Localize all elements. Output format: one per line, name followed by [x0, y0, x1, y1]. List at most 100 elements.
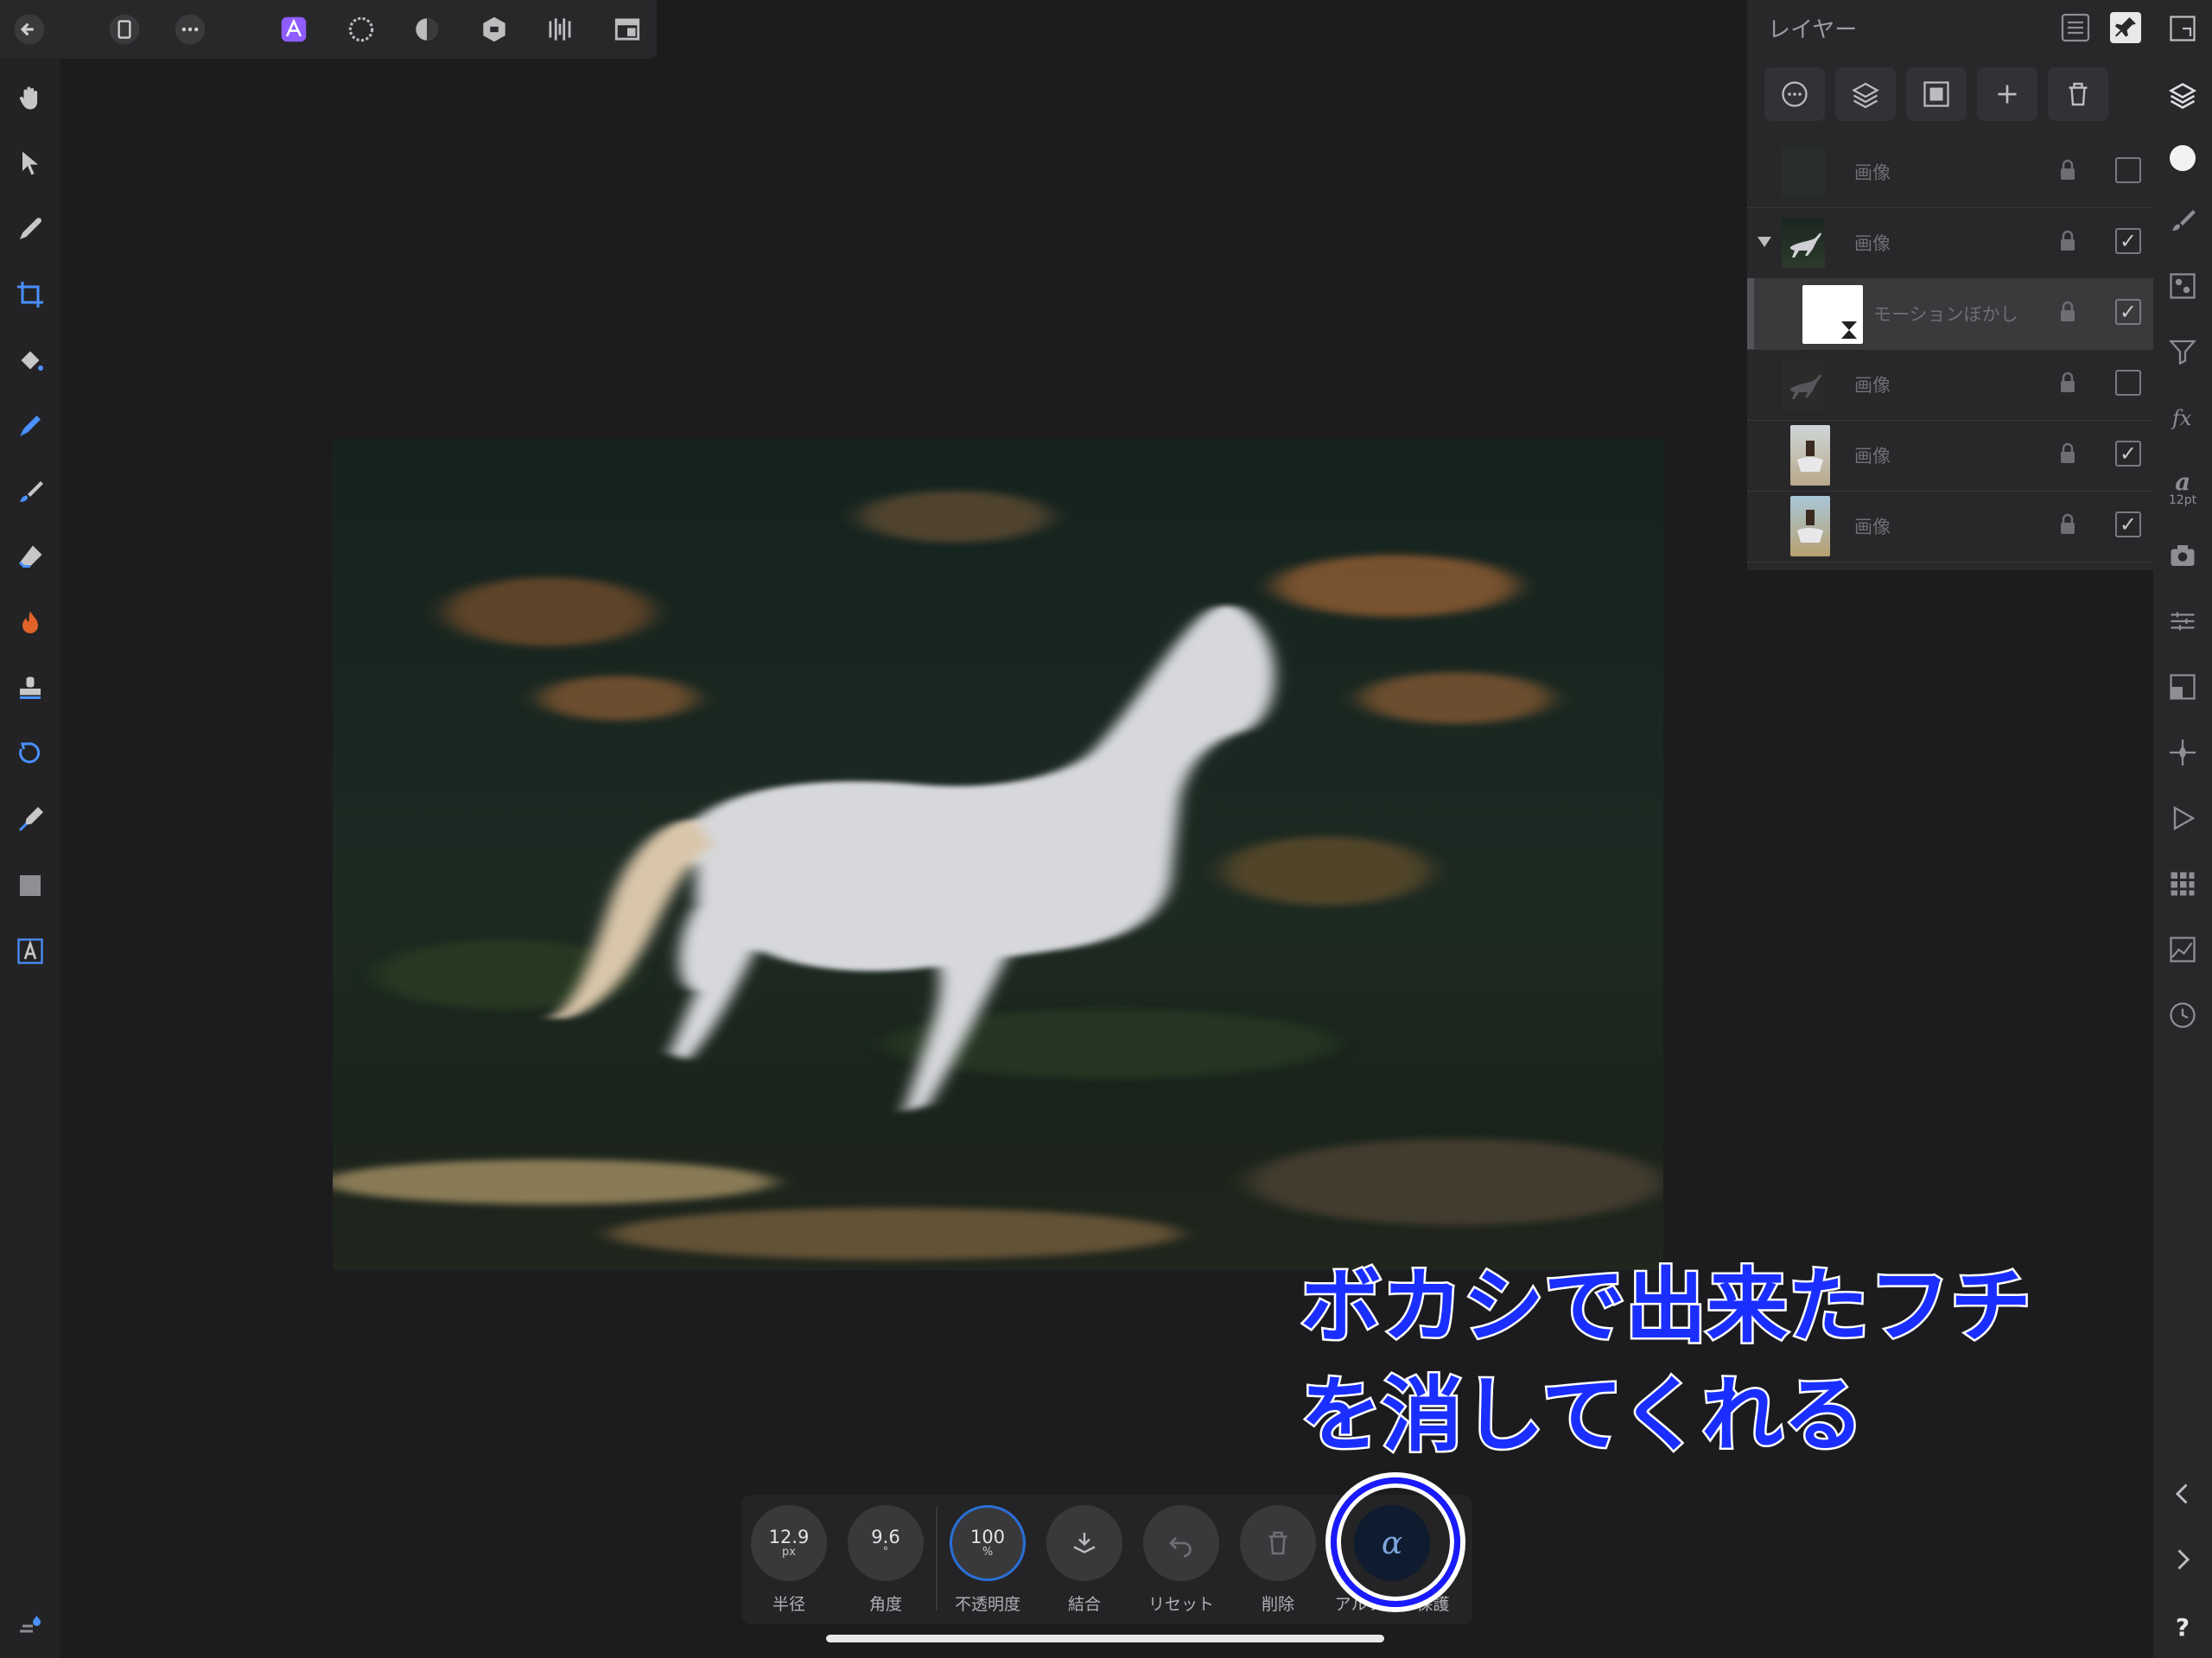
mask-layer-icon[interactable]: [1906, 67, 1967, 121]
angle-value: 9.6: [871, 1527, 900, 1547]
visibility-checkbox[interactable]: ✓: [2115, 299, 2141, 325]
stock-studio-icon[interactable]: [2161, 534, 2204, 577]
view-icon[interactable]: [607, 9, 648, 50]
angle-control[interactable]: 9.6 ° 角度: [847, 1505, 925, 1615]
photo-persona-icon[interactable]: [273, 9, 315, 50]
fullscreen-icon[interactable]: [2161, 7, 2204, 50]
text-tool-icon[interactable]: [9, 930, 52, 973]
angle-label: 角度: [868, 1595, 902, 1614]
visibility-checkbox[interactable]: ✓: [2115, 441, 2141, 467]
visibility-checkbox[interactable]: [2115, 370, 2141, 396]
merge-label: 結合: [1067, 1595, 1101, 1614]
fx-studio-icon[interactable]: fx: [2161, 396, 2204, 439]
merge-icon: [1073, 1533, 1096, 1553]
add-layer-icon[interactable]: [1977, 67, 2037, 121]
layer-options-icon[interactable]: [1764, 67, 1825, 121]
delete-button[interactable]: [1240, 1505, 1316, 1581]
delete-control[interactable]: 削除: [1239, 1505, 1317, 1615]
liquify-persona-icon[interactable]: [340, 9, 382, 50]
library-studio-icon[interactable]: [2161, 862, 2204, 905]
expand-triangle-icon[interactable]: [1756, 233, 1773, 251]
visibility-checkbox[interactable]: [2115, 157, 2141, 183]
visibility-checkbox[interactable]: ✓: [2115, 228, 2141, 254]
chevron-right-icon[interactable]: [2161, 1538, 2204, 1581]
lock-icon[interactable]: [2058, 230, 2077, 252]
crop-tool-icon[interactable]: [9, 273, 52, 316]
layer-stack-icon[interactable]: [1835, 67, 1896, 121]
radius-label: 半径: [772, 1595, 805, 1614]
clone-stamp-icon[interactable]: [9, 667, 52, 710]
visibility-checkbox[interactable]: ✓: [2115, 511, 2141, 537]
dodge-burn-icon[interactable]: [9, 601, 52, 645]
color-picker-icon[interactable]: [9, 207, 52, 251]
chevron-left-icon[interactable]: [2161, 1472, 2204, 1515]
back-icon[interactable]: [9, 9, 50, 50]
healing-icon[interactable]: [9, 733, 52, 776]
left-toolbar: [0, 59, 60, 1658]
annotation-caption: ボカシで出来たフチ を消してくれる: [1298, 1253, 2033, 1471]
layer-row[interactable]: 画像: [1747, 349, 2153, 421]
reset-button[interactable]: [1143, 1505, 1219, 1581]
lock-icon[interactable]: [2058, 442, 2077, 465]
more-icon[interactable]: [169, 9, 211, 50]
panel-menu-icon[interactable]: [2060, 12, 2091, 43]
opacity-dial[interactable]: 100 %: [950, 1505, 1026, 1581]
flood-fill-icon[interactable]: [9, 339, 52, 382]
snapping-studio-icon[interactable]: [2161, 731, 2204, 774]
layer-name: 画像: [1854, 517, 1891, 537]
angle-unit: °: [882, 1546, 889, 1559]
pen-tool-icon[interactable]: [9, 798, 52, 842]
eraser-icon[interactable]: [9, 536, 52, 579]
history-studio-icon[interactable]: [2161, 994, 2204, 1037]
layer-thumbnail: [1782, 218, 1825, 268]
layer-row-selected[interactable]: モーションぼかし ✓: [1747, 278, 2153, 350]
adjustments-studio-icon[interactable]: [2161, 330, 2204, 373]
export-persona-icon[interactable]: [539, 9, 581, 50]
merge-control[interactable]: 結合: [1046, 1505, 1123, 1615]
layer-row[interactable]: 画像: [1747, 137, 2153, 208]
rectangle-tool-icon[interactable]: [9, 864, 52, 907]
lock-icon[interactable]: [2058, 513, 2077, 536]
navigator-studio-icon[interactable]: [2161, 665, 2204, 708]
reset-control[interactable]: リセット: [1142, 1505, 1220, 1615]
brushes-studio-icon[interactable]: [2161, 199, 2204, 242]
hand-tool-icon[interactable]: [9, 76, 52, 119]
lock-icon[interactable]: [2058, 301, 2077, 323]
move-tool-icon[interactable]: [9, 142, 52, 185]
pin-panel-icon[interactable]: [2110, 12, 2141, 43]
layers-panel-title: レイヤー: [1768, 17, 1858, 43]
assistant-icon[interactable]: [9, 1602, 52, 1645]
layer-thumbnail: [1790, 496, 1830, 556]
canvas-image[interactable]: [333, 439, 1663, 1270]
histogram-studio-icon[interactable]: [2161, 928, 2204, 971]
home-indicator[interactable]: [826, 1635, 1384, 1642]
delete-layer-icon[interactable]: [2048, 67, 2108, 121]
color-studio-icon[interactable]: [2161, 137, 2204, 180]
font-size-label: 12pt: [2168, 493, 2197, 507]
layer-name: 画像: [1854, 233, 1891, 254]
lock-icon[interactable]: [2058, 159, 2077, 181]
layer-row[interactable]: 画像 ✓: [1747, 491, 2153, 562]
radius-value: 12.9: [768, 1527, 810, 1547]
document-icon[interactable]: [104, 9, 145, 50]
selection-brush-icon[interactable]: [9, 404, 52, 448]
svg-text:a: a: [2175, 468, 2190, 494]
paint-brush-icon[interactable]: [9, 470, 52, 513]
help-button[interactable]: ?: [2161, 1605, 2204, 1648]
opacity-control[interactable]: 100 % 不透明度: [949, 1505, 1027, 1615]
layer-name: 画像: [1854, 446, 1891, 467]
text-styles-studio-icon[interactable]: a 12pt: [2161, 460, 2204, 515]
angle-dial[interactable]: 9.6 °: [848, 1505, 924, 1581]
develop-persona-icon[interactable]: [406, 9, 448, 50]
lock-icon[interactable]: [2058, 372, 2077, 394]
tone-mapping-persona-icon[interactable]: [474, 9, 515, 50]
layer-row[interactable]: 画像 ✓: [1747, 420, 2153, 492]
layer-row[interactable]: 画像 ✓: [1747, 207, 2153, 279]
radius-control[interactable]: 12.9 px 半径: [750, 1505, 828, 1615]
layers-studio-icon[interactable]: [2161, 74, 2204, 118]
merge-button[interactable]: [1046, 1505, 1122, 1581]
macros-studio-icon[interactable]: [2161, 797, 2204, 840]
transform-studio-icon[interactable]: [2161, 600, 2204, 643]
radius-dial[interactable]: 12.9 px: [751, 1505, 827, 1581]
channels-studio-icon[interactable]: [2161, 264, 2204, 308]
